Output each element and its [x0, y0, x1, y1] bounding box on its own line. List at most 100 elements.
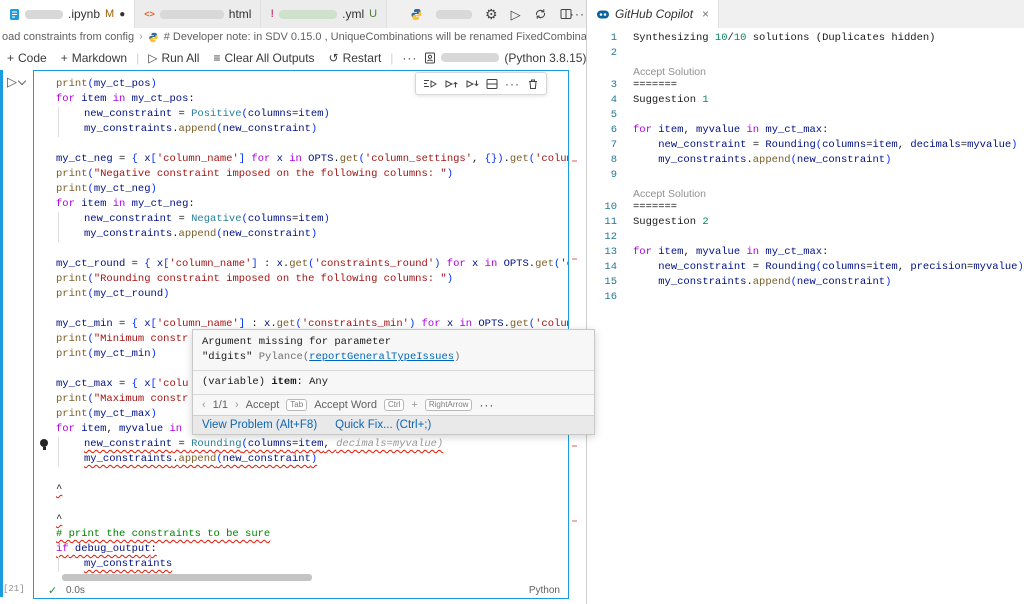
tab-yml-file[interactable]: ! .yml U	[261, 0, 387, 28]
code-line: 16	[587, 290, 1024, 305]
clear-all-outputs-button[interactable]: ≡ Clear All Outputs	[206, 51, 321, 65]
view-problem-link[interactable]: View Problem (Alt+F8)	[202, 419, 317, 431]
dirty-indicator-dot[interactable]: ●	[119, 9, 125, 20]
tab-notebook-ipynb[interactable]: .ipynb M ●	[0, 0, 135, 28]
accept-solution-codelens[interactable]: Accept Solution	[633, 61, 1024, 78]
tab-extension: html	[229, 7, 252, 21]
code-line: # print the constraints to be sure	[56, 527, 568, 542]
git-untracked-badge: U	[369, 8, 377, 20]
line-number: 10	[595, 200, 617, 215]
cell-editor[interactable]: print(my_ct_pos)for item in my_ct_pos:ne…	[56, 77, 568, 572]
line-number: 15	[595, 275, 617, 290]
previous-suggestion-icon[interactable]: ‹	[202, 399, 206, 411]
copilot-suggestions-editor[interactable]: 1Synthesizing 10/10 solutions (Duplicate…	[587, 28, 1024, 604]
plus-icon: +	[7, 52, 14, 64]
toolbar-divider: |	[134, 51, 141, 65]
run-below-icon[interactable]	[465, 78, 479, 90]
accept-button[interactable]: Accept	[246, 399, 280, 411]
horizontal-scrollbar[interactable]	[62, 574, 312, 581]
code-line: 5	[587, 108, 1024, 123]
code-line: if debug_output:	[56, 542, 568, 557]
cell-status-bar: ✓ 0.0s Python	[34, 584, 568, 597]
copilot-panel-group: GitHub Copilot × 1Synthesizing 10/10 sol…	[586, 0, 1024, 604]
line-number: 13	[595, 245, 617, 260]
tab-github-copilot[interactable]: GitHub Copilot ×	[587, 0, 719, 28]
code-line: my_ct_neg = { x['column_name'] for x in …	[56, 152, 568, 167]
yaml-icon: !	[270, 8, 274, 20]
tab-extension: .yml	[342, 7, 364, 21]
line-number: 3	[595, 78, 617, 93]
ctrl-key-chip: Ctrl	[384, 399, 404, 411]
redacted-filename	[25, 10, 63, 19]
code-line	[56, 497, 568, 512]
code-line: for item in my_ct_neg:	[56, 197, 568, 212]
lightbulb-icon[interactable]	[40, 439, 48, 447]
ruler-error-mark	[572, 520, 577, 522]
code-line: new_constraint = Rounding(columns=item, …	[56, 437, 568, 452]
code-line: my_constraints.append(new_constraint)	[56, 227, 568, 242]
tabbar-overflow[interactable]: ···	[570, 0, 585, 28]
run-cell-button[interactable]: ▷	[7, 74, 25, 90]
line-number: 14	[595, 260, 617, 275]
code-line: 7 new_constraint = Rounding(columns=item…	[587, 138, 1024, 153]
quick-fix-link[interactable]: Quick Fix... (Ctrl+;)	[335, 419, 431, 431]
rightarrow-key-chip: RightArrow	[425, 399, 473, 411]
kernel-user-icon	[424, 52, 436, 64]
code-line: 8 my_constraints.append(new_constraint)	[587, 153, 1024, 168]
cell-language-label[interactable]: Python	[529, 585, 560, 596]
line-number: 12	[595, 230, 617, 245]
overflow-ellipsis-icon[interactable]: ···	[570, 7, 585, 21]
clear-outputs-icon: ≡	[213, 52, 220, 64]
accept-word-button[interactable]: Accept Word	[314, 399, 377, 411]
vscode-window: .ipynb M ● <> html ! .yml U ⚙ ▷ ···	[0, 0, 1024, 604]
line-number: 7	[595, 138, 617, 153]
code-line: 14 new_constraint = Rounding(columns=ite…	[587, 260, 1024, 275]
copilot-icon	[596, 8, 610, 21]
split-cell-icon[interactable]	[486, 78, 498, 90]
diagnostic-rule-link[interactable]: reportGeneralTypeIssues	[309, 351, 454, 363]
line-number: 9	[595, 168, 617, 183]
suggestion-more-icon[interactable]: ···	[479, 398, 494, 412]
restart-icon: ↺	[329, 52, 339, 64]
breadcrumb-path[interactable]: oad constraints from config	[2, 31, 134, 43]
ruler-error-mark	[572, 160, 577, 162]
run-all-button[interactable]: ▷ Run All	[141, 51, 206, 65]
code-line	[56, 302, 568, 317]
kernel-picker[interactable]: (Python 3.8.15)	[424, 51, 586, 65]
add-markdown-cell-button[interactable]: + Markdown	[54, 51, 134, 65]
notebook-toolbar: + Code + Markdown | ▷ Run All ≡ Clear Al…	[0, 46, 586, 69]
error-message: Argument missing for parameter "digits" …	[193, 330, 594, 370]
run-by-line-icon[interactable]	[423, 78, 437, 90]
tab-html-file[interactable]: <> html	[135, 0, 261, 28]
accept-solution-codelens[interactable]: Accept Solution	[633, 183, 1024, 200]
plus-separator: +	[411, 399, 417, 411]
add-code-cell-button[interactable]: + Code	[0, 51, 54, 65]
code-line: my_ct_round = { x['column_name'] : x.get…	[56, 257, 568, 272]
tab-key-chip: Tab	[286, 399, 307, 411]
success-check-icon: ✓	[48, 584, 57, 597]
problem-hover-widget: Argument missing for parameter "digits" …	[192, 329, 595, 435]
toolbar-more-icon[interactable]: ···	[395, 51, 424, 65]
notebook-icon	[9, 8, 20, 21]
code-line	[56, 242, 568, 257]
cell-focus-bar	[0, 70, 3, 597]
tab-extension: .ipynb	[68, 7, 100, 21]
run-icon[interactable]: ▷	[511, 8, 521, 21]
restart-button[interactable]: ↺ Restart	[322, 51, 389, 65]
sync-icon[interactable]	[534, 8, 547, 20]
run-all-icon: ▷	[148, 52, 157, 64]
breadcrumb-separator-icon: ›	[139, 31, 143, 43]
close-icon[interactable]: ×	[702, 7, 709, 21]
breadcrumb-cell-label[interactable]: # Developer note: in SDV 0.15.0 , Unique…	[164, 31, 588, 43]
tab-label: GitHub Copilot	[615, 7, 693, 21]
next-suggestion-icon[interactable]: ›	[235, 399, 239, 411]
run-above-icon[interactable]	[444, 78, 458, 90]
code-line: print(my_ct_round)	[56, 287, 568, 302]
python-cell-icon	[148, 32, 159, 43]
delete-cell-icon[interactable]	[527, 78, 539, 90]
code-line: new_constraint = Negative(columns=item)	[56, 212, 568, 227]
settings-gear-icon[interactable]: ⚙	[485, 7, 498, 21]
cell-more-actions-icon[interactable]: ···	[505, 77, 520, 91]
redacted-label	[436, 10, 472, 19]
kernel-label: (Python 3.8.15)	[504, 51, 586, 65]
